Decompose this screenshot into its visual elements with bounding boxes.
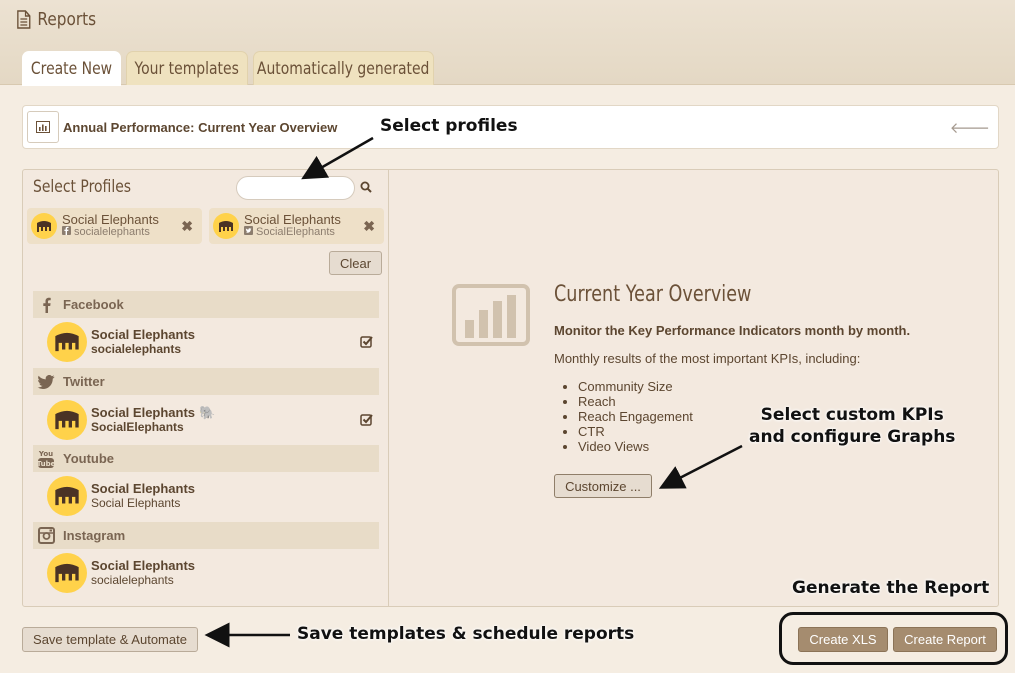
network-label: Youtube (63, 451, 115, 466)
annotation-select-profiles: Select profiles (380, 116, 518, 136)
avatar (47, 476, 87, 516)
list-item: Reach Engagement (578, 409, 693, 424)
tab-your-templates-label: Your templates (134, 58, 240, 79)
network-label: Twitter (63, 374, 105, 389)
overview-panel: Current Year Overview Monitor the Key Pe… (390, 170, 998, 606)
avatar (213, 213, 239, 239)
instagram-icon (35, 527, 57, 544)
bar-chart-icon (27, 111, 59, 143)
overview-subtitle: Monitor the Key Performance Indicators m… (554, 323, 911, 338)
list-item: Reach (578, 394, 693, 409)
facebook-icon (35, 297, 57, 313)
avatar (47, 553, 87, 593)
selected-profile-chip: Social Elephants socialelephants ✖ (27, 208, 202, 244)
profile-handle: socialelephants (91, 342, 182, 356)
profiles-panel: Select Profiles Social Elephants sociale… (23, 170, 389, 606)
annotation-kpis: Select custom KPIs and configure Graphs (749, 404, 955, 448)
profile-name: Social Elephants (91, 405, 196, 420)
chip-handle: SocialElephants (256, 226, 335, 238)
report-chart-icon (452, 284, 530, 351)
clear-button[interactable]: Clear (329, 251, 382, 275)
customize-button[interactable]: Customize ... (554, 474, 652, 498)
chip-name: Social Elephants (244, 213, 341, 226)
profile-handle: SocialElephants (91, 420, 184, 434)
profile-handle: socialelephants (91, 573, 174, 587)
annotation-kpis-line2: and configure Graphs (749, 427, 956, 447)
document-icon (17, 9, 31, 29)
list-item: Video Views (578, 439, 693, 454)
network-header-youtube: You Tube Youtube (33, 445, 379, 472)
profiles-panel-title: Select Profiles (33, 177, 132, 197)
profile-row[interactable]: Social Elephants socialelephants (47, 322, 379, 362)
profile-row[interactable]: Social Elephants socialelephants (47, 553, 379, 593)
remove-chip-icon[interactable]: ✖ (181, 218, 193, 235)
save-template-button[interactable]: Save template & Automate (22, 627, 198, 652)
elephant-emoji: 🐘 (199, 405, 216, 420)
network-label: Facebook (63, 297, 124, 312)
svg-text:Tube: Tube (37, 460, 55, 468)
network-header-twitter: Twitter (33, 368, 379, 395)
network-header-instagram: Instagram (33, 522, 379, 549)
avatar (47, 322, 87, 362)
app-title: Reports (17, 6, 96, 32)
profile-search-input[interactable] (236, 176, 355, 200)
annotation-kpis-line1: Select custom KPIs (760, 405, 944, 425)
avatar (31, 213, 57, 239)
tab-automatically-generated-label: Automatically generated (257, 58, 430, 79)
tab-create-new-label: Create New (30, 59, 113, 79)
svg-text:You: You (38, 450, 53, 458)
search-icon[interactable] (360, 180, 372, 198)
overview-title: Current Year Overview (554, 282, 752, 307)
network-header-facebook: Facebook (33, 291, 379, 318)
chip-handle: socialelephants (74, 226, 150, 238)
app-title-text: Reports (37, 8, 97, 30)
annotation-save: Save templates & schedule reports (297, 624, 635, 644)
profile-name: Social Elephants (91, 558, 196, 573)
kpi-list: Community Size Reach Reach Engagement CT… (578, 379, 693, 454)
checked-checkbox-icon[interactable] (360, 335, 373, 353)
tab-automatically-generated[interactable]: Automatically generated (253, 51, 434, 85)
profile-row[interactable]: Social Elephants 🐘 SocialElephants (47, 400, 379, 440)
create-xls-button[interactable]: Create XLS (798, 627, 888, 652)
profile-name: Social Elephants (91, 327, 196, 342)
profile-handle: Social Elephants (91, 496, 181, 510)
twitter-icon (244, 226, 253, 239)
twitter-icon (35, 374, 57, 389)
selected-profile-chip: Social Elephants SocialElephants ✖ (209, 208, 384, 244)
annotation-generate: Generate the Report (792, 578, 990, 598)
avatar (47, 400, 87, 440)
facebook-icon (62, 226, 71, 239)
list-item: Community Size (578, 379, 693, 394)
remove-chip-icon[interactable]: ✖ (363, 218, 375, 235)
profile-name: Social Elephants (91, 481, 196, 496)
create-report-button[interactable]: Create Report (893, 627, 997, 652)
report-name: Annual Performance: Current Year Overvie… (63, 119, 338, 135)
youtube-icon: You Tube (35, 449, 57, 469)
list-item: CTR (578, 424, 693, 439)
network-label: Instagram (63, 528, 126, 543)
chip-name: Social Elephants (62, 213, 159, 226)
arrow-left-icon[interactable]: 🡐 (950, 118, 990, 137)
tab-create-new[interactable]: Create New (22, 51, 121, 86)
checked-checkbox-icon[interactable] (360, 413, 373, 431)
overview-description: Monthly results of the most important KP… (554, 351, 861, 366)
tab-your-templates[interactable]: Your templates (126, 51, 248, 85)
report-tabs: Create New Your templates Automatically … (22, 51, 434, 86)
profile-row[interactable]: Social Elephants Social Elephants (47, 476, 379, 516)
main-panel: Select Profiles Social Elephants sociale… (22, 169, 999, 607)
